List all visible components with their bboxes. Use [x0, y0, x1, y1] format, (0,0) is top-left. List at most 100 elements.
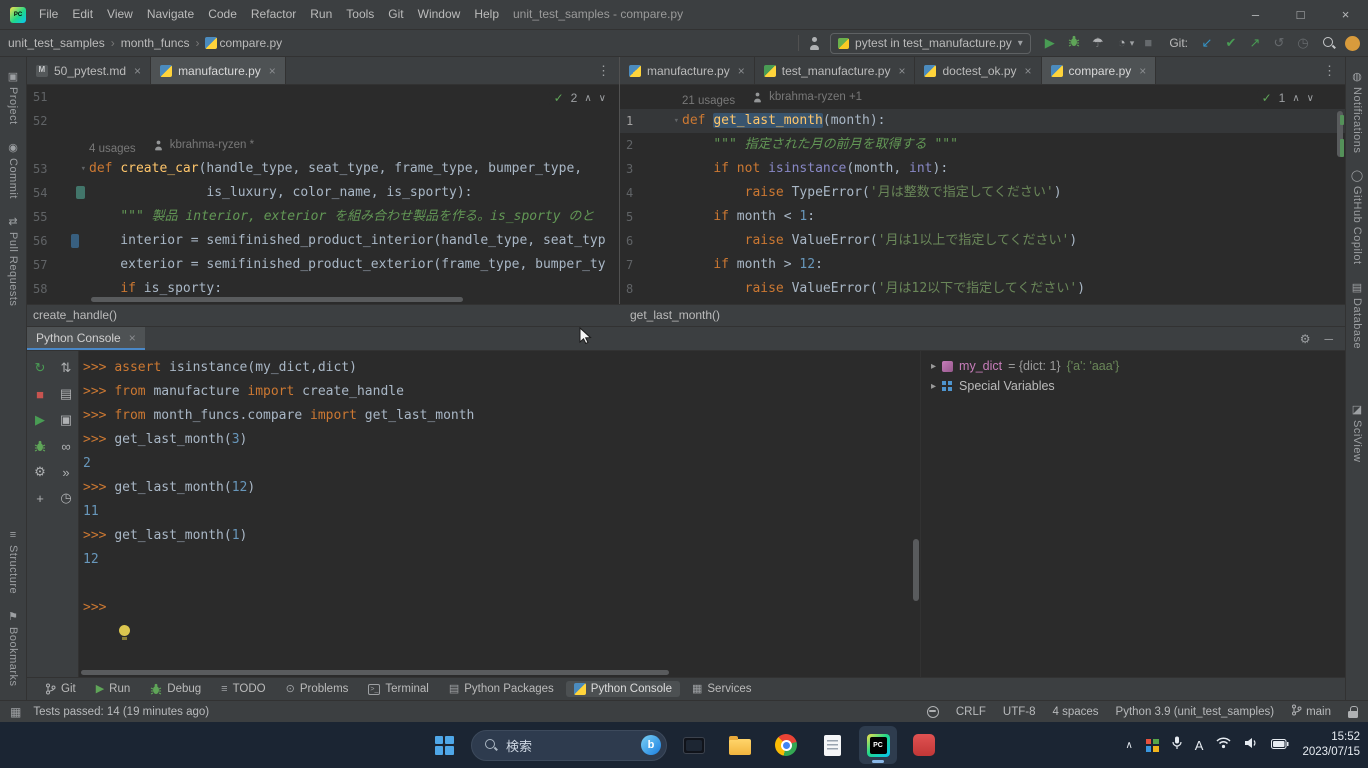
update-project-button[interactable]: ↙	[1197, 33, 1217, 53]
pycharm-taskbar-button[interactable]	[859, 726, 897, 764]
status-4-spaces[interactable]: 4 spaces	[1053, 706, 1099, 718]
tab-compare-py[interactable]: compare.py×	[1042, 57, 1157, 84]
stop-button[interactable]: ■	[1138, 33, 1158, 53]
left-editor[interactable]: 51524 usageskbrahma-ryzen *53▾def create…	[27, 85, 619, 304]
microphone-icon[interactable]	[1172, 736, 1182, 755]
toolwindow-stripe-bookmarks[interactable]: ⚑Bookmarks	[7, 603, 19, 696]
wifi-icon[interactable]	[1216, 736, 1231, 754]
menu-navigate[interactable]: Navigate	[140, 0, 201, 29]
intention-bulb-icon[interactable]	[119, 625, 130, 640]
toolwindow-stripe-sciview[interactable]: ◪SciView	[1351, 396, 1363, 471]
print-icon[interactable]: ▣	[53, 407, 79, 433]
status-python-3-9-unit-test-samples[interactable]: Python 3.9 (unit_test_samples)	[1116, 706, 1275, 718]
minimize-button[interactable]: –	[1233, 0, 1278, 29]
breadcrumb-item-compare-py[interactable]: compare.py	[219, 36, 282, 50]
toolwindow-button-run[interactable]: ▶Run	[88, 681, 139, 697]
horizontal-scrollbar-thumb[interactable]	[91, 297, 463, 302]
menu-run[interactable]: Run	[303, 0, 339, 29]
close-icon[interactable]: ×	[1025, 64, 1032, 78]
history-icon[interactable]: ◷	[53, 485, 79, 511]
execute-icon[interactable]: ▶	[27, 407, 53, 433]
tab-manufacture-py[interactable]: manufacture.py×	[151, 57, 286, 84]
tab-options-icon[interactable]: ⋮	[588, 57, 619, 84]
close-icon[interactable]: ×	[269, 64, 276, 78]
tab-options-icon[interactable]: ⋮	[1314, 57, 1345, 84]
soft-wrap-icon[interactable]: ∞	[53, 433, 79, 459]
profiler-button[interactable]: ◔	[1112, 33, 1132, 53]
fold-icon[interactable]: ▾	[81, 157, 86, 181]
toolwindow-stripe-project[interactable]: ▣Project	[7, 63, 19, 134]
chrome-button[interactable]	[767, 726, 805, 764]
tray-app-icon[interactable]	[1146, 739, 1159, 752]
battery-icon[interactable]	[1271, 736, 1289, 754]
toolwindow-switcher-icon[interactable]: ▦	[10, 705, 21, 719]
maximize-button[interactable]: □	[1278, 0, 1323, 29]
run-button[interactable]: ▶	[1040, 33, 1060, 53]
ime-mode-indicator[interactable]: A	[1195, 738, 1204, 753]
toolwindow-button-python-console[interactable]: Python Console	[566, 681, 680, 697]
fold-icon[interactable]: ▾	[674, 109, 679, 133]
breadcrumb-item-unit-test-samples[interactable]: unit_test_samples	[8, 36, 105, 50]
settings-icon[interactable]: ⚙	[27, 459, 53, 485]
status-utf-8[interactable]: UTF-8	[1003, 706, 1036, 718]
lock-icon[interactable]	[1348, 706, 1358, 718]
tab-50-pytest-md[interactable]: 50_pytest.md×	[27, 57, 151, 84]
debug-button[interactable]	[1064, 33, 1084, 53]
toolwindow-button-python-packages[interactable]: ▤Python Packages	[441, 681, 562, 697]
author-hint[interactable]: kbrahma-ryzen *	[152, 133, 254, 157]
menu-file[interactable]: File	[32, 0, 65, 29]
horizontal-scrollbar-thumb[interactable]	[81, 670, 669, 675]
toolwindow-stripe-pull-requests[interactable]: ⇄Pull Requests	[7, 208, 19, 315]
tests-status[interactable]: Tests passed: 14 (19 minutes ago)	[33, 706, 209, 718]
menu-help[interactable]: Help	[467, 0, 506, 29]
tab-python-console[interactable]: Python Console ×	[27, 327, 145, 350]
toolwindow-stripe-commit[interactable]: ◉Commit	[7, 134, 19, 208]
history-button[interactable]: ◷	[1293, 33, 1313, 53]
close-icon[interactable]: ×	[898, 64, 905, 78]
prev-problem-icon[interactable]: ∧	[1292, 93, 1299, 104]
author-hint[interactable]: kbrahma-ryzen +1	[751, 85, 862, 109]
menu-tools[interactable]: Tools	[339, 0, 381, 29]
notepad-button[interactable]	[813, 726, 851, 764]
toolwindow-stripe-notifications[interactable]: ◍Notifications	[1351, 63, 1363, 162]
gear-icon[interactable]: ⚙	[1300, 332, 1311, 346]
vertical-scrollbar-thumb[interactable]	[913, 539, 919, 601]
chevron-right-icon[interactable]: ▸	[931, 381, 936, 392]
code-with-me-users-icon[interactable]	[808, 37, 821, 50]
toolwindow-stripe-database[interactable]: ▤Database	[1351, 274, 1363, 358]
start-button[interactable]	[425, 726, 463, 764]
account-avatar[interactable]	[1345, 36, 1360, 51]
breadcrumb-function[interactable]: get_last_month()	[630, 308, 720, 322]
taskbar-clock[interactable]: 15:52 2023/07/15	[1302, 730, 1360, 760]
scroll-to-end-icon[interactable]: »	[53, 459, 79, 485]
menu-refactor[interactable]: Refactor	[244, 0, 303, 29]
toolwindow-button-git[interactable]: Git	[37, 681, 84, 697]
taskbar-search[interactable]: 検索 b	[471, 730, 667, 761]
commit-button[interactable]: ✔	[1221, 33, 1241, 53]
prev-problem-icon[interactable]: ∧	[584, 93, 591, 104]
toolwindow-button-problems[interactable]: ⊙Problems	[278, 681, 357, 697]
toolwindow-button-services[interactable]: ▦Services	[684, 681, 760, 697]
toolwindow-stripe-structure[interactable]: ≡Structure	[7, 521, 19, 603]
toolwindow-button-todo[interactable]: ≡TODO	[213, 681, 273, 697]
copilot-status-icon[interactable]	[927, 706, 939, 718]
next-problem-icon[interactable]: ∨	[1307, 93, 1314, 104]
console-output[interactable]: >>> assert isinstance(my_dict,dict)>>> f…	[79, 351, 920, 677]
close-icon[interactable]: ×	[738, 64, 745, 78]
app-icon-red[interactable]	[905, 726, 943, 764]
hidden-icons-chevron[interactable]: ∧	[1125, 740, 1132, 751]
app-icon-monitor[interactable]	[675, 726, 713, 764]
file-explorer-button[interactable]	[721, 726, 759, 764]
tab-manufacture-py[interactable]: manufacture.py×	[620, 57, 755, 84]
menu-window[interactable]: Window	[411, 0, 468, 29]
variable-row[interactable]: ▸Special Variables	[921, 376, 1345, 396]
show-variables-icon[interactable]: ▤	[53, 381, 79, 407]
hide-icon[interactable]: ─	[1324, 332, 1333, 346]
toolwindow-stripe-github-copilot[interactable]: ◯GitHub Copilot	[1351, 162, 1363, 274]
tab-test-manufacture-py[interactable]: test_manufacture.py×	[755, 57, 916, 84]
chevron-right-icon[interactable]: ▸	[931, 361, 936, 372]
browse-history-icon[interactable]: ⇅	[53, 355, 79, 381]
push-button[interactable]: ↗	[1245, 33, 1265, 53]
volume-icon[interactable]	[1244, 736, 1258, 754]
coverage-button[interactable]: ☂	[1088, 33, 1108, 53]
